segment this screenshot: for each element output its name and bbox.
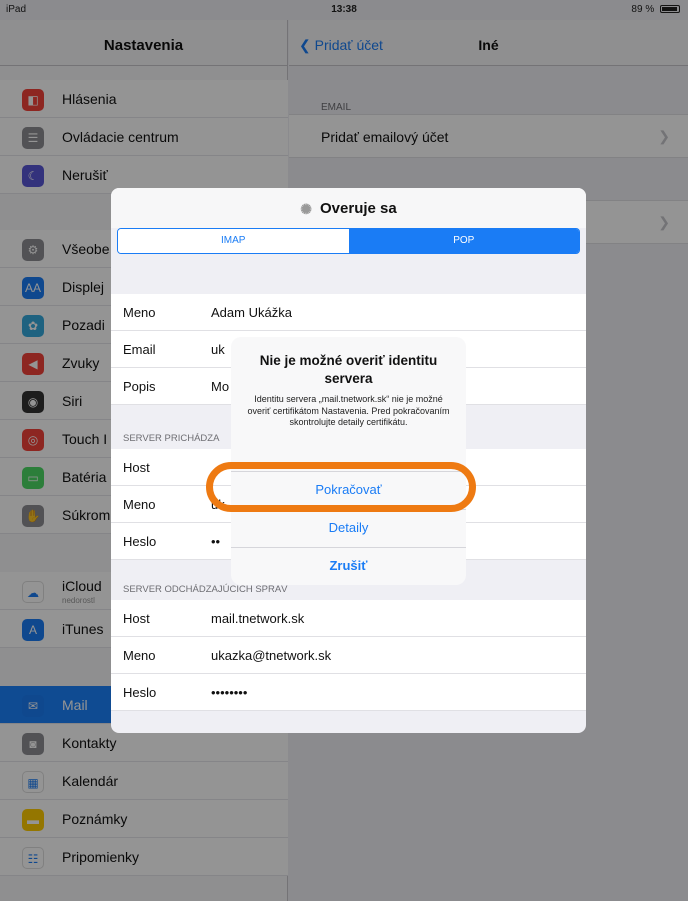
field-label: Host — [123, 611, 150, 626]
outgoing-field-row[interactable]: Heslo •••••••• — [111, 674, 586, 711]
field-label: Host — [123, 460, 150, 475]
alert-message: Identitu servera „mail.tnetwork.sk“ nie … — [247, 394, 450, 427]
outgoing-field-row[interactable]: Meno ukazka@tnetwork.sk — [111, 637, 586, 674]
sheet-title-text: Overuje sa — [320, 200, 397, 217]
outgoing-server-header-text: SERVER ODCHÁDZAJÚCICH SPRÁV — [123, 584, 288, 595]
field-value[interactable]: Adam Ukážka — [211, 305, 292, 320]
segment-pop[interactable]: POP — [348, 229, 579, 253]
spinner-icon: ✺ — [300, 201, 312, 217]
account-field-row[interactable]: Meno Adam Ukážka — [111, 294, 586, 331]
alert-title: Nie je možné overiť identitu servera — [259, 353, 438, 386]
field-label: Email — [123, 342, 156, 357]
sheet-title: ✺ Overuje sa — [111, 200, 586, 218]
segment-imap[interactable]: IMAP — [118, 229, 349, 253]
field-label: Popis — [123, 379, 156, 394]
details-button[interactable]: Detaily — [231, 509, 466, 545]
field-label: Meno — [123, 305, 156, 320]
protocol-segmented-control: IMAP POP — [117, 228, 580, 254]
field-value[interactable]: Mo — [211, 379, 229, 394]
field-value[interactable]: ukazka@tnetwork.sk — [211, 648, 331, 663]
sheet-gap — [111, 260, 586, 294]
highlight-ring — [206, 462, 476, 512]
outgoing-field-row[interactable]: Host mail.tnetwork.sk — [111, 600, 586, 637]
field-value[interactable]: •• — [211, 534, 220, 549]
field-value[interactable]: uk — [211, 342, 225, 357]
sheet-header: ✺ Overuje sa — [111, 188, 586, 228]
ipad-screen: iPad 13:38 89 % Nastavenia ◧ Hlásenia ☰ Ovl… — [0, 0, 688, 901]
field-label: Meno — [123, 497, 156, 512]
field-value[interactable]: •••••••• — [211, 685, 247, 700]
cancel-button[interactable]: Zrušiť — [231, 547, 466, 583]
field-label: Meno — [123, 648, 156, 663]
field-label: Heslo — [123, 685, 157, 700]
field-value[interactable]: mail.tnetwork.sk — [211, 611, 304, 626]
field-label: Heslo — [123, 534, 157, 549]
incoming-server-header-text: SERVER PRICHÁDZA — [123, 433, 220, 444]
certificate-alert: Nie je možné overiť identitu servera Ide… — [231, 337, 466, 585]
